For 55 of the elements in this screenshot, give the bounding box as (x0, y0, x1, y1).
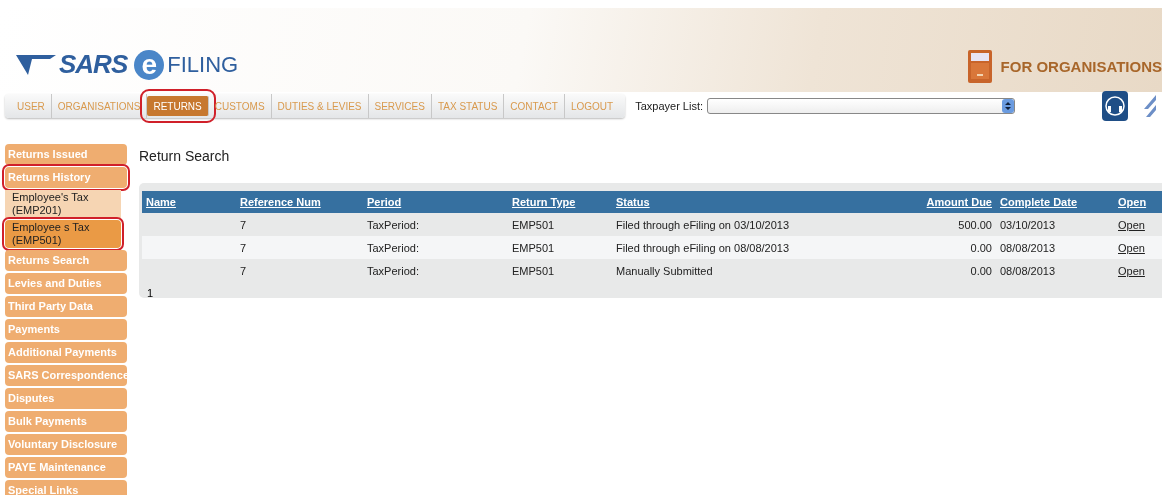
logo-text: FILING (167, 51, 239, 78)
table-cell: 08/08/2013 (1000, 264, 1056, 277)
sidebar-item[interactable]: Employee's Tax (EMP201) (5, 190, 121, 218)
sidebar-item[interactable]: Disputes (5, 388, 127, 409)
logo-swoosh-icon (16, 52, 56, 77)
open-link[interactable]: Open (1118, 218, 1145, 231)
page-number[interactable]: 1 (147, 287, 154, 299)
column-header-link[interactable]: Period (367, 196, 402, 208)
table-cell: 7 (240, 264, 247, 277)
table-cell: EMP501 (512, 218, 555, 231)
table-cell: EMP501 (512, 264, 555, 277)
open-link[interactable]: Open (1118, 264, 1145, 277)
table-cell: 0.00 (970, 264, 992, 277)
table-cell: TaxPeriod: (367, 218, 419, 231)
taxpayer-list-label: Taxpayer List: (635, 100, 704, 112)
table-cell: Manually Submitted (616, 264, 713, 277)
sidebar-item[interactable]: Voluntary Disclosure (5, 434, 127, 455)
table-cell: 03/10/2013 (1000, 218, 1056, 231)
table-cell: EMP501 (512, 241, 555, 254)
table-cell: 0.00 (970, 241, 992, 254)
sidebar-item[interactable]: Bulk Payments (5, 411, 127, 432)
table-cell: 7 (240, 218, 247, 231)
column-header-link[interactable]: Status (616, 196, 650, 208)
nav-tab[interactable]: LOGOUT (564, 94, 620, 118)
sidebar-item[interactable]: Returns Issued (5, 144, 127, 165)
nav-tab[interactable]: USER (11, 94, 52, 118)
sidebar-item[interactable]: PAYE Maintenance (5, 457, 127, 478)
sidebar-item[interactable]: Levies and Duties (5, 273, 127, 294)
logo-text: SARS (59, 49, 128, 80)
table-cell: 7 (240, 241, 247, 254)
table-cell: Filed through eFiling on 03/10/2013 (616, 218, 790, 231)
logo-mark: e (134, 49, 165, 80)
sidebar-item[interactable]: Additional Payments (5, 342, 127, 363)
headset-icon[interactable] (1102, 91, 1129, 121)
sidebar-item[interactable]: Returns History (5, 167, 127, 188)
sidebar-item[interactable]: Returns Search (5, 250, 127, 271)
nav-tab[interactable]: CONTACT (504, 94, 565, 118)
nav-tab[interactable]: TAX STATUS (431, 94, 505, 118)
table-cell: Filed through eFiling on 08/08/2013 (616, 241, 790, 254)
table-cell: TaxPeriod: (367, 264, 419, 277)
sidebar-item[interactable]: Third Party Data (5, 296, 127, 317)
table-cell: 500.00 (958, 218, 992, 231)
table-cell: 08/08/2013 (1000, 241, 1056, 254)
page-title: Return Search (139, 148, 231, 164)
table-cell: TaxPeriod: (367, 241, 419, 254)
dropdown-arrows-icon (1002, 99, 1015, 113)
sidebar-item[interactable]: Payments (5, 319, 127, 340)
taxpayer-list-dropdown[interactable] (707, 98, 1016, 114)
section-title: FOR ORGANISATIONS (1000, 57, 1162, 75)
nav-tab[interactable]: SERVICES (368, 94, 432, 118)
file-cabinet-icon (966, 48, 993, 84)
sidebar-item[interactable]: Employee s Tax (EMP501) (5, 220, 121, 248)
sidebar-item[interactable]: SARS Correspondence (5, 365, 127, 386)
column-header-link[interactable]: Name (146, 196, 176, 208)
nav-tab[interactable]: DUTIES & LEVIES (271, 94, 369, 118)
